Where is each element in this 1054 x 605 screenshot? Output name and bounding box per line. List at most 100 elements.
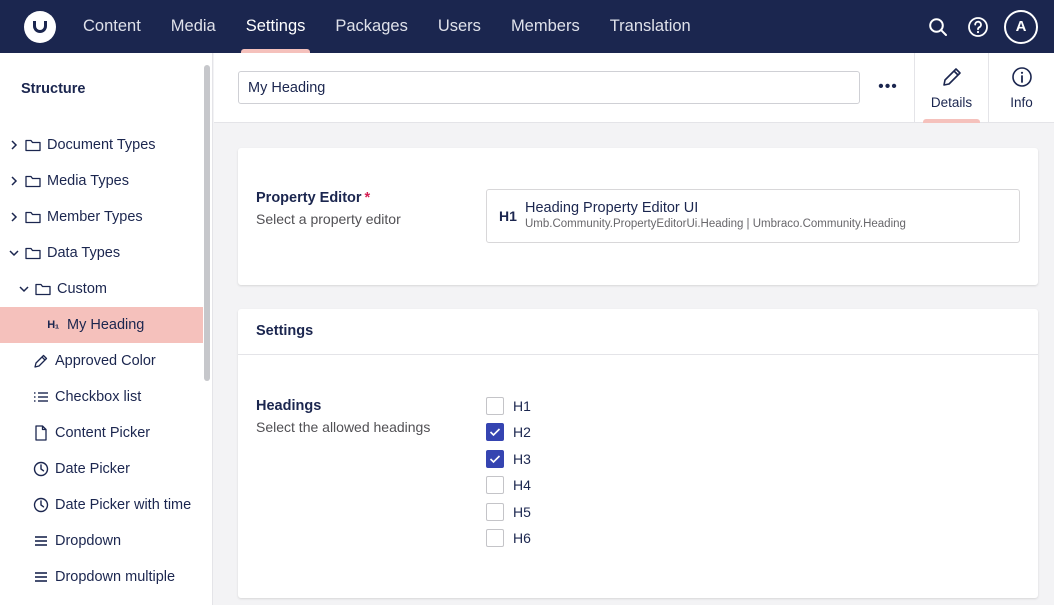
editor-name: Heading Property Editor UI [525, 200, 699, 216]
tree-item-label: Member Types [47, 209, 143, 225]
tree-item-member-types[interactable]: Member Types [0, 199, 203, 235]
checkbox-box[interactable] [486, 476, 504, 494]
tree-item-label: Data Types [47, 245, 121, 261]
checkbox-label: H3 [513, 451, 531, 467]
tab-info-label: Info [1010, 95, 1033, 110]
tree-item-label: Custom [57, 281, 107, 297]
chevron-right-icon[interactable] [7, 210, 21, 224]
check-icon [489, 455, 501, 464]
folder-icon [25, 209, 41, 225]
headings-description: Select the allowed headings [256, 419, 431, 435]
checkbox-label: H5 [513, 504, 531, 520]
tree-item-label: Document Types [47, 137, 156, 153]
tab-details-label: Details [930, 95, 973, 110]
checkbox-h3[interactable]: H3 [486, 449, 531, 469]
checkbox-h4[interactable]: H4 [486, 475, 531, 495]
checkbox-box[interactable] [486, 423, 504, 441]
checkbox-label: H1 [513, 398, 531, 414]
tree-item-data-types[interactable]: Data Types [0, 235, 203, 271]
property-editor-label: Property Editor * [256, 190, 371, 206]
settings-card-header: Settings [238, 309, 1038, 355]
checkbox-box[interactable] [486, 450, 504, 468]
menu-icon [33, 569, 49, 585]
tree-item-label: Dropdown multiple [55, 569, 176, 585]
nav-translation[interactable]: Translation [595, 0, 706, 53]
tree-item-custom[interactable]: Custom [0, 271, 203, 307]
data-type-name-input[interactable] [238, 71, 860, 104]
required-marker: * [364, 190, 371, 206]
tree-item-document-types[interactable]: Document Types [0, 127, 203, 163]
nav-packages[interactable]: Packages [320, 0, 422, 53]
chevron-right-icon[interactable] [7, 174, 21, 188]
folder-icon [25, 173, 41, 189]
more-actions-button[interactable]: ••• [874, 73, 902, 101]
chevron-down-icon[interactable] [17, 282, 31, 296]
checkbox-box[interactable] [486, 503, 504, 521]
checkbox-box[interactable] [486, 529, 504, 547]
tree-item-dropdown[interactable]: Dropdown [0, 523, 203, 559]
checkbox-h1[interactable]: H1 [486, 396, 531, 416]
headings-label: Headings [256, 398, 322, 414]
heading-icon: H1 [499, 208, 517, 224]
nav-users[interactable]: Users [423, 0, 496, 53]
chevron-down-icon[interactable] [7, 246, 21, 260]
tree-item-label: Date Picker with time [55, 497, 192, 513]
tree-item-date-picker-with-time[interactable]: Date Picker with time [0, 487, 203, 523]
tree-item-label: Date Picker [55, 461, 130, 477]
checkbox-label: H4 [513, 477, 531, 493]
help-icon[interactable] [958, 7, 998, 47]
tree-item-label: Approved Color [55, 353, 156, 369]
checkbox-label: H2 [513, 424, 531, 440]
search-icon[interactable] [918, 7, 958, 47]
checkbox-h5[interactable]: H5 [486, 502, 531, 522]
top-navigation-bar: Content Media Settings Packages Users Me… [0, 0, 1054, 53]
nav-members[interactable]: Members [496, 0, 595, 53]
tree-item-approved-color[interactable]: Approved Color [0, 343, 203, 379]
clock-icon [33, 497, 49, 513]
property-editor-picker[interactable]: H1 Heading Property Editor UI Umb.Commun… [486, 189, 1020, 243]
tab-info[interactable]: Info [989, 53, 1054, 123]
sidebar-title: Structure [21, 81, 86, 97]
sidebar-scrollbar[interactable] [204, 65, 210, 381]
property-editor-description: Select a property editor [256, 211, 401, 227]
nav-media[interactable]: Media [156, 0, 231, 53]
nav-settings[interactable]: Settings [231, 0, 321, 53]
folder-icon [25, 137, 41, 153]
umbraco-logo-icon[interactable] [24, 10, 56, 43]
tree-item-label: My Heading [67, 317, 145, 333]
tree-item-label: Content Picker [55, 425, 151, 441]
checkbox-h6[interactable]: H6 [486, 528, 531, 548]
workspace-header: ••• Details Info [214, 53, 1054, 123]
tab-details[interactable]: Details [914, 53, 989, 123]
tree-item-label: Checkbox list [55, 389, 142, 405]
folder-icon [35, 281, 51, 297]
user-avatar[interactable]: A [1004, 9, 1038, 44]
tree-item-content-picker[interactable]: Content Picker [0, 415, 203, 451]
tree-item-date-picker[interactable]: Date Picker [0, 451, 203, 487]
heading-icon: H₁ [47, 319, 59, 331]
checkbox-h2[interactable]: H2 [486, 422, 531, 442]
tree-item-checkbox-list[interactable]: Checkbox list [0, 379, 203, 415]
list-icon [33, 389, 49, 405]
checkbox-box[interactable] [486, 397, 504, 415]
settings-card: Settings Headings Select the allowed hea… [238, 309, 1038, 598]
document-icon [33, 425, 49, 441]
tree-item-media-types[interactable]: Media Types [0, 163, 203, 199]
editor-alias: Umb.Community.PropertyEditorUi.Heading |… [525, 218, 906, 230]
eyedropper-icon [33, 353, 49, 369]
nav-content[interactable]: Content [68, 0, 156, 53]
tree-item-my-heading[interactable]: H₁ My Heading [0, 307, 203, 343]
menu-icon [33, 533, 49, 549]
checkbox-label: H6 [513, 530, 531, 546]
tree-item-label: Dropdown [55, 533, 122, 549]
chevron-right-icon[interactable] [7, 138, 21, 152]
clock-icon [33, 461, 49, 477]
pencil-icon [941, 66, 963, 91]
section-nav: Content Media Settings Packages Users Me… [68, 0, 706, 53]
tree-item-dropdown-multiple[interactable]: Dropdown multiple [0, 559, 203, 595]
folder-icon [25, 245, 41, 261]
settings-title: Settings [256, 323, 314, 339]
tree-item-label: Media Types [47, 173, 129, 189]
structure-sidebar: Structure Document Types Media Types Mem… [0, 53, 213, 605]
check-icon [489, 428, 501, 437]
